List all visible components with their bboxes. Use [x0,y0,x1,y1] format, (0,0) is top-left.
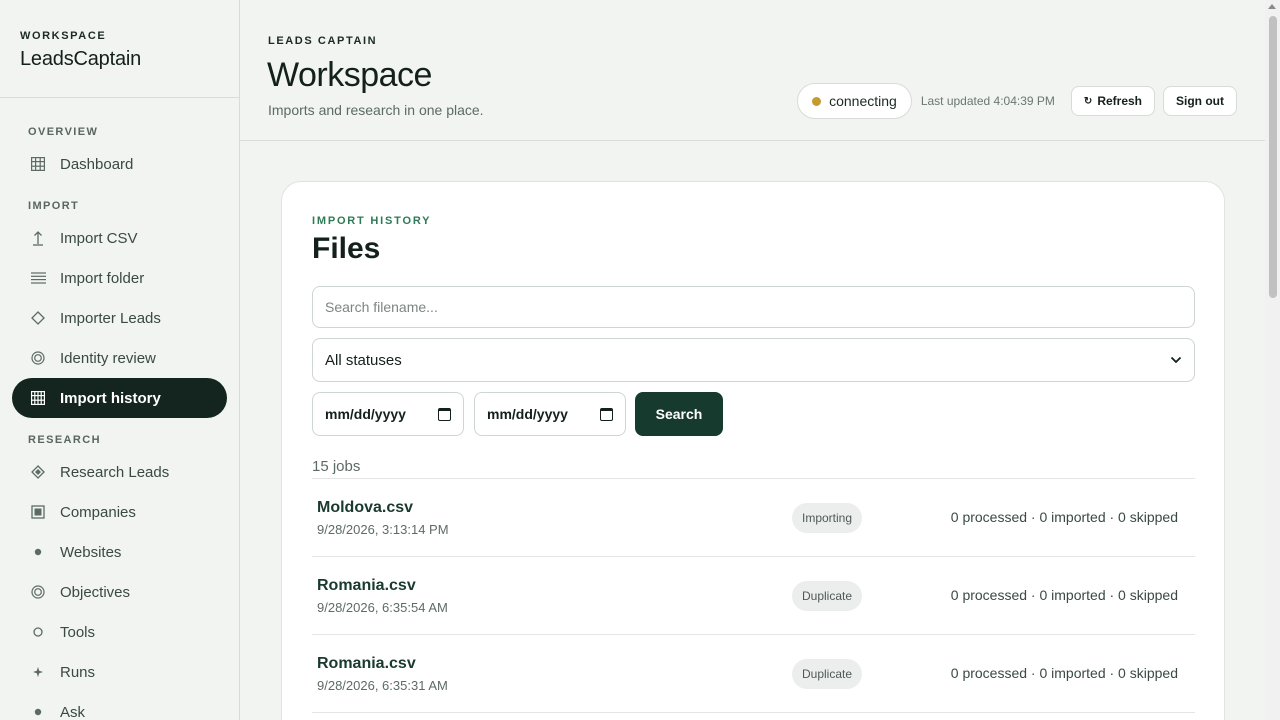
sparkle-icon [28,666,48,678]
status-badge: Duplicate [792,659,863,689]
sidebar-item-label: Tools [60,623,96,641]
status-badge: Duplicate [792,581,863,611]
connection-status-text: connecting [829,93,897,109]
table-row[interactable]: Moldova.csv 9/28/2026, 3:13:14 PM Import… [312,479,1195,557]
sidebar-item-label: Importer Leads [60,309,161,327]
sidebar-item-identity-review[interactable]: Identity review [12,338,227,378]
job-date: 9/28/2026, 6:35:31 AM [317,678,448,693]
job-list: Moldova.csv 9/28/2026, 3:13:14 PM Import… [312,479,1195,713]
sign-out-button[interactable]: Sign out [1163,86,1237,116]
nav-section-overview: OVERVIEW [28,126,99,138]
job-date: 9/28/2026, 3:13:14 PM [317,522,449,537]
date-to-value: mm/dd/yyyy [487,406,568,422]
search-input[interactable] [312,286,1195,328]
diamond-filled-icon [28,465,48,479]
job-filename[interactable]: Moldova.csv [317,499,413,517]
workspace-name[interactable]: LeadsCaptain [20,48,219,71]
sidebar-item-importer-leads[interactable]: Importer Leads [12,298,227,338]
dot-icon [28,548,48,556]
target-icon [28,585,48,599]
sidebar-item-label: Research Leads [60,463,170,481]
nav-section-import: IMPORT [28,200,80,212]
refresh-icon: ↻ [1083,95,1093,107]
upload-arrow-icon [28,230,48,246]
lines-icon [28,272,48,284]
scroll-up-arrow-icon[interactable] [1268,4,1276,9]
sidebar-item-label: Companies [60,503,136,521]
nav-group-research: RESEARCH Research Leads Companies Websit… [0,434,239,720]
table-row[interactable]: Romania.csv 9/28/2026, 6:35:54 AM Duplic… [312,557,1195,635]
card-kicker: IMPORT HISTORY [312,215,432,227]
date-from-input[interactable]: mm/dd/yyyy [312,392,464,436]
job-filename[interactable]: Romania.csv [317,577,416,595]
date-from-value: mm/dd/yyyy [325,406,406,422]
sidebar-item-websites[interactable]: Websites [12,532,227,572]
scroll-thumb[interactable] [1269,16,1277,298]
workspace-block: WORKSPACE LeadsCaptain [0,0,239,98]
page-title: Workspace [267,56,432,94]
sidebar-item-import-history[interactable]: Import history [12,378,227,418]
sidebar-item-companies[interactable]: Companies [12,492,227,532]
page-subtitle: Imports and research in one place. [268,102,484,118]
calendar-icon[interactable] [600,407,613,421]
connection-status-badge: connecting [797,83,912,119]
job-date: 9/28/2026, 6:35:54 AM [317,600,448,615]
status-filter-value: All statuses [325,351,402,369]
chevron-down-icon [1170,353,1182,367]
sidebar-item-dashboard[interactable]: Dashboard [12,144,227,184]
sidebar-nav: OVERVIEW Dashboard IMPORT Import CSV Imp… [0,98,239,720]
sidebar-item-label: Dashboard [60,155,134,173]
job-filename[interactable]: Romania.csv [317,655,416,673]
status-badge: Importing [792,503,863,533]
card-title: Files [312,232,381,265]
sidebar-item-research-leads[interactable]: Research Leads [12,452,227,492]
sidebar-item-label: Import history [60,389,161,407]
page-scrollbar[interactable] [1265,0,1280,720]
sidebar-item-label: Websites [60,543,122,561]
diamond-outline-icon [28,311,48,325]
status-filter-select[interactable]: All statuses [312,338,1195,382]
sidebar-item-ask[interactable]: Ask [12,692,227,720]
dot-icon [28,708,48,716]
sidebar-item-label: Identity review [60,349,156,367]
workspace-kicker: WORKSPACE [20,30,107,42]
nav-group-overview: OVERVIEW Dashboard [0,126,239,184]
sidebar-item-runs[interactable]: Runs [12,652,227,692]
square-icon [28,505,48,519]
import-history-card: IMPORT HISTORY Files All statuses mm/dd/… [281,181,1225,720]
sidebar-item-label: Import CSV [60,229,138,247]
job-stats: 0 processed · 0 imported · 0 skipped [950,587,1178,603]
refresh-label: Refresh [1097,94,1142,108]
page-header: LEADS CAPTAIN Workspace Imports and rese… [240,0,1265,141]
table-row[interactable]: Romania.csv 9/28/2026, 6:35:31 AM Duplic… [312,635,1195,713]
nav-section-research: RESEARCH [28,434,101,446]
ring-icon [28,351,48,365]
grid-icon [28,391,48,405]
job-count: 15 jobs [312,458,361,475]
grid-icon [28,157,48,171]
header-actions: connecting Last updated 4:04:39 PM ↻ Ref… [797,83,1237,119]
refresh-button[interactable]: ↻ Refresh [1070,86,1155,116]
sidebar-item-import-folder[interactable]: Import folder [12,258,227,298]
sidebar-item-label: Objectives [60,583,131,601]
sidebar-item-label: Import folder [60,269,145,287]
nav-group-import: IMPORT Import CSV Import folder Importer… [0,200,239,418]
status-dot-icon [812,96,822,106]
calendar-icon[interactable] [438,407,451,421]
header-kicker: LEADS CAPTAIN [268,35,378,47]
search-button[interactable]: Search [635,392,723,436]
sidebar-item-objectives[interactable]: Objectives [12,572,227,612]
sidebar-item-import-csv[interactable]: Import CSV [12,218,227,258]
date-to-input[interactable]: mm/dd/yyyy [474,392,626,436]
sidebar-item-label: Runs [60,663,96,681]
last-updated: Last updated 4:04:39 PM [920,94,1055,108]
sidebar-item-label: Ask [60,703,86,720]
circle-small-icon [28,627,48,637]
job-stats: 0 processed · 0 imported · 0 skipped [950,665,1178,681]
sidebar: WORKSPACE LeadsCaptain OVERVIEW Dashboar… [0,0,240,720]
sidebar-item-tools[interactable]: Tools [12,612,227,652]
job-stats: 0 processed · 0 imported · 0 skipped [950,509,1178,525]
